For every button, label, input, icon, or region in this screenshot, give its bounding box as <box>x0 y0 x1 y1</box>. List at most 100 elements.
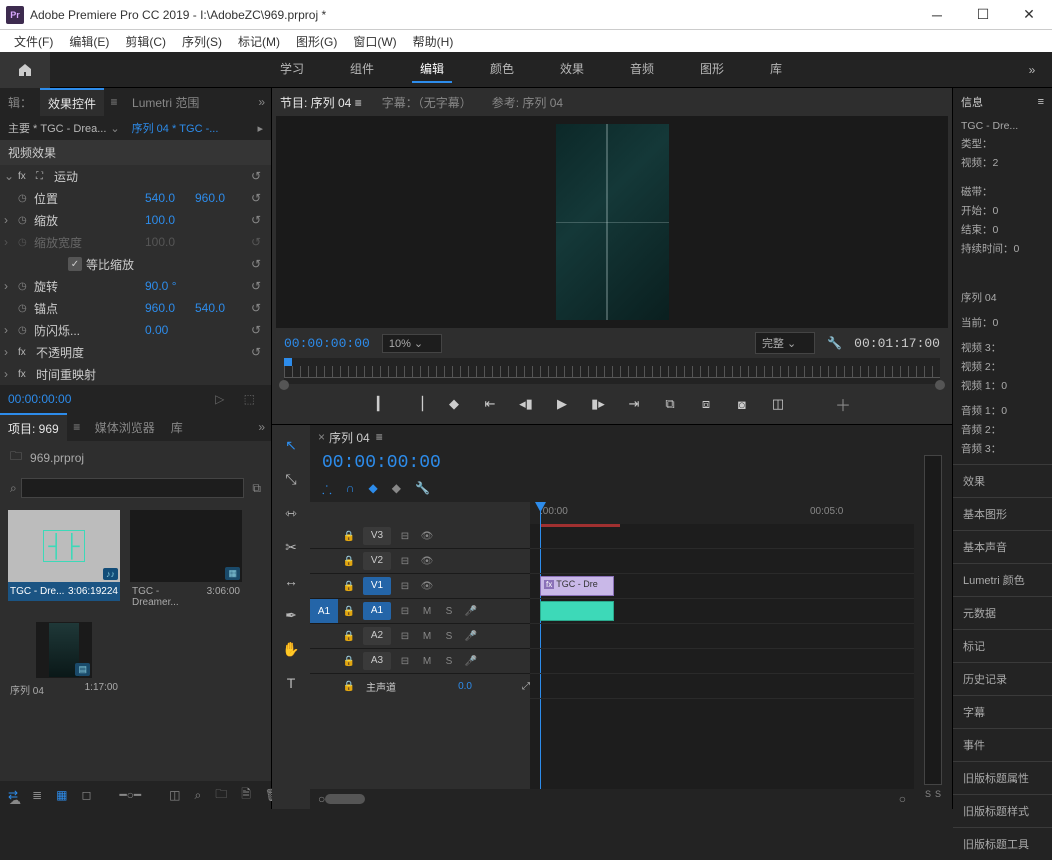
track-header-v1[interactable]: 🔒 V1 ⊟ 👁 <box>310 574 530 599</box>
timeline-timecode[interactable]: 00:00:00:00 <box>322 453 441 473</box>
track-header-a3[interactable]: 🔒 A3 ⊟ M S 🎤 <box>310 649 530 674</box>
toggle-output-icon[interactable]: 👁 <box>416 581 438 592</box>
fx-badge-icon[interactable]: fx <box>18 369 36 380</box>
rotation-value[interactable]: 90.0 ° <box>145 279 195 293</box>
toggle-output-icon[interactable]: 👁 <box>416 531 438 542</box>
scale-value[interactable]: 100.0 <box>145 213 195 227</box>
step-forward-button[interactable]: ▮▸ <box>589 396 607 412</box>
track-select-tool[interactable]: ⤡ <box>281 469 301 489</box>
lock-icon[interactable]: 🔒 <box>338 656 360 667</box>
video-clip[interactable]: fxTGC - Dre <box>540 576 614 596</box>
track-label[interactable]: A1 <box>363 602 391 620</box>
menu-file[interactable]: 文件(F) <box>6 33 61 50</box>
master-track-row[interactable]: 🔒 主声道 0.0 ⤢ <box>310 674 530 699</box>
toggle-output-icon[interactable]: 👁 <box>416 556 438 567</box>
sync-status-icon[interactable]: ☁ <box>0 791 30 809</box>
mute-icon[interactable]: M <box>416 606 438 617</box>
reset-icon[interactable]: ↺ <box>245 301 267 315</box>
project-search-input[interactable] <box>21 478 245 498</box>
export-frame-button[interactable]: ◙ <box>733 397 751 412</box>
fx-badge-icon[interactable]: fx <box>18 171 36 182</box>
disclosure-icon[interactable]: › <box>4 235 18 249</box>
menu-clip[interactable]: 剪辑(C) <box>117 33 174 50</box>
expand-icon[interactable]: ⤢ <box>522 681 530 692</box>
captions-display[interactable]: 字幕：（无字幕） <box>382 94 472 111</box>
extract-button[interactable]: ⧈ <box>697 396 715 412</box>
panel-essential-sound[interactable]: 基本声音 <box>953 530 1052 563</box>
selection-tool[interactable]: ↖ <box>281 435 301 455</box>
zoom-slider[interactable]: ━○━ <box>119 788 141 802</box>
marker-button[interactable]: ◆ <box>445 396 463 412</box>
position-x[interactable]: 540.0 <box>145 191 195 205</box>
master-value[interactable]: 0.0 <box>458 681 472 692</box>
project-thumb-audio[interactable]: ┤├ ♪♪ <box>8 510 120 582</box>
workspace-tab-assembly[interactable]: 组件 <box>342 56 382 83</box>
audio-meters[interactable]: S S <box>914 425 952 809</box>
track-label[interactable]: V3 <box>363 527 391 545</box>
marker-icon[interactable]: ◆ <box>368 481 377 498</box>
panel-lumetri-color[interactable]: Lumetri 颜色 <box>953 563 1052 596</box>
program-timecode[interactable]: 00:00:00:00 <box>284 336 370 351</box>
wrench-icon[interactable]: 🔧 <box>415 481 430 498</box>
chevron-down-icon[interactable]: ⌄ <box>106 122 123 135</box>
lock-icon[interactable]: 🔒 <box>338 606 360 617</box>
menu-graphics[interactable]: 图形(G) <box>288 33 345 50</box>
panel-menu-icon[interactable]: ≡ <box>1038 96 1044 108</box>
snap-icon[interactable]: ⸫ <box>322 481 332 498</box>
lock-icon[interactable]: 🔒 <box>338 556 360 567</box>
tab-lumetri-scopes[interactable]: Lumetri 范围 <box>124 88 207 116</box>
track-label[interactable]: A2 <box>363 627 391 645</box>
footer-icons[interactable]: ▷ ⬚ <box>215 392 263 406</box>
scroll-thumb[interactable] <box>325 794 365 804</box>
lock-icon[interactable]: 🔒 <box>338 531 360 542</box>
reference-display[interactable]: 参考: 序列 04 <box>492 94 563 111</box>
reset-icon[interactable]: ↺ <box>245 191 267 205</box>
sync-lock-icon[interactable]: ⊟ <box>394 556 416 567</box>
track-header-a1[interactable]: A1 🔒 A1 ⊟ M S 🎤 <box>310 599 530 624</box>
track-header-v2[interactable]: 🔒 V2 ⊟ 👁 <box>310 549 530 574</box>
razor-tool[interactable]: ✂ <box>281 537 301 557</box>
solo-icon[interactable]: S <box>438 606 460 617</box>
panel-menu-icon[interactable]: ≡ <box>104 95 124 109</box>
workspace-tab-editing[interactable]: 编辑 <box>412 56 452 83</box>
anchor-x[interactable]: 960.0 <box>145 301 195 315</box>
minimize-button[interactable]: ─ <box>914 0 960 30</box>
workspace-tab-graphics[interactable]: 图形 <box>692 56 732 83</box>
type-tool[interactable]: T <box>281 673 301 693</box>
list-view-icon[interactable]: ≣ <box>32 788 42 802</box>
stopwatch-icon[interactable]: ◷ <box>18 193 34 204</box>
find-icon[interactable]: ⌕ <box>194 788 201 803</box>
project-thumb-video[interactable]: ▦ <box>130 510 242 582</box>
uniform-scale-checkbox[interactable]: ✓ <box>68 257 82 271</box>
comparison-view-button[interactable]: ◫ <box>769 396 787 412</box>
mark-out-button[interactable]: ▕ <box>409 396 427 412</box>
resolution-select[interactable]: 完整 ⌄ <box>755 332 815 354</box>
zoom-handle-left[interactable] <box>279 380 289 390</box>
reset-icon[interactable]: ↺ <box>245 323 267 337</box>
project-item[interactable]: ▤ 序列 041:17:00 <box>8 622 120 701</box>
timeline-scrollbar[interactable]: ○ ○ <box>310 789 914 809</box>
voice-over-icon[interactable]: 🎤 <box>460 656 482 667</box>
workspace-overflow[interactable]: » <box>1012 63 1052 77</box>
voice-over-icon[interactable]: 🎤 <box>460 606 482 617</box>
settings-icon[interactable]: 🔧 <box>827 336 842 350</box>
panel-legacy-title-props[interactable]: 旧版标题属性 <box>953 761 1052 794</box>
stopwatch-icon[interactable]: ◷ <box>18 303 34 314</box>
timeline-tracks[interactable]: :00:00 00:05:0 fxTGC - Dre <box>530 502 914 789</box>
time-remap-row[interactable]: › fx 时间重映射 <box>0 363 271 385</box>
pen-tool[interactable]: ✒ <box>281 605 301 625</box>
lock-icon[interactable]: 🔒 <box>338 681 360 692</box>
program-ruler[interactable] <box>284 358 940 384</box>
panel-events[interactable]: 事件 <box>953 728 1052 761</box>
tab-effect-controls[interactable]: 效果控件 <box>40 88 104 116</box>
zoom-handle-right[interactable] <box>935 380 945 390</box>
mark-in-button[interactable]: ▎ <box>373 396 391 412</box>
lock-icon[interactable]: 🔒 <box>338 581 360 592</box>
freeform-view-icon[interactable]: ◻ <box>81 788 91 802</box>
home-button[interactable] <box>0 52 50 88</box>
stopwatch-icon[interactable]: ◷ <box>18 281 34 292</box>
opacity-effect-row[interactable]: › fx 不透明度 ↺ <box>0 341 271 363</box>
new-bin-button[interactable]: 🗀 <box>215 785 227 806</box>
mute-icon[interactable]: M <box>416 656 438 667</box>
lift-button[interactable]: ⧉ <box>661 396 679 412</box>
